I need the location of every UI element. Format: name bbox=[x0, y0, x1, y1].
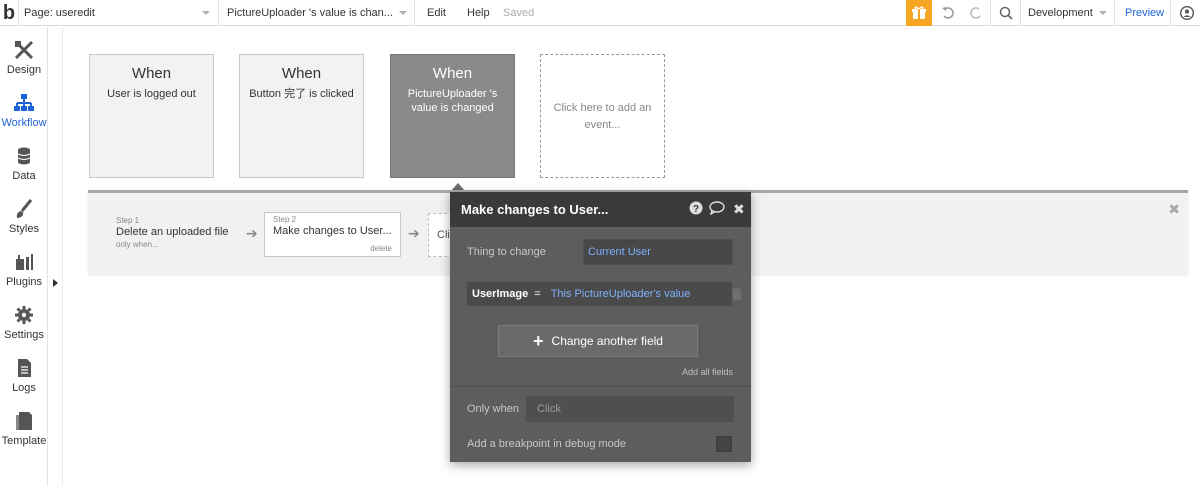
debug-breakpoint-checkbox[interactable] bbox=[716, 436, 732, 452]
sidebar-item-label: Template bbox=[1, 435, 47, 447]
sidebar-item-template[interactable]: Template bbox=[0, 402, 48, 455]
field-value[interactable]: This PictureUploader's value bbox=[551, 288, 691, 300]
plugins-expand-arrow-icon[interactable] bbox=[53, 279, 58, 287]
sidebar-item-workflow[interactable]: Workflow bbox=[0, 84, 48, 137]
event-card-selected[interactable]: When PictureUploader 's value is changed bbox=[390, 54, 515, 178]
sidebar-item-settings[interactable]: Settings bbox=[0, 296, 48, 349]
sidebar-item-label: Plugins bbox=[5, 276, 43, 288]
close-icon[interactable]: ✖ bbox=[1168, 201, 1180, 218]
event-when-label: When bbox=[432, 65, 473, 82]
add-event-card[interactable]: Click here to add an event... bbox=[540, 54, 665, 178]
trash-icon[interactable] bbox=[732, 288, 742, 300]
step-name: Delete an uploaded file bbox=[116, 226, 229, 238]
event-when-label: When bbox=[281, 65, 322, 82]
event-when-label: When bbox=[131, 65, 172, 82]
change-another-field-button[interactable]: + Change another field bbox=[498, 325, 698, 357]
only-when-label: Only when bbox=[467, 403, 519, 415]
step-name: Make changes to User... bbox=[273, 225, 392, 237]
preview-link[interactable]: Preview bbox=[1125, 0, 1164, 26]
sidebar-item-label: Settings bbox=[4, 329, 44, 341]
close-icon[interactable]: ✖ bbox=[733, 201, 745, 218]
step-number: Step 2 bbox=[273, 215, 297, 224]
add-all-fields-link[interactable]: Add all fields bbox=[682, 367, 733, 377]
arrow-right-icon: ➔ bbox=[408, 225, 420, 241]
chevron-down-icon bbox=[202, 11, 210, 15]
chevron-down-icon bbox=[1098, 11, 1107, 15]
field-equals: = bbox=[534, 288, 541, 300]
event-condition: User is logged out bbox=[107, 88, 196, 100]
event-selector[interactable]: PictureUploader 's value is chan... bbox=[227, 0, 410, 26]
sidebar-item-design[interactable]: Design bbox=[0, 31, 48, 84]
thing-to-change-field[interactable]: Current User bbox=[583, 239, 733, 265]
change-another-field-label: Change another field bbox=[551, 334, 663, 348]
event-selector-label: PictureUploader 's value is chan... bbox=[227, 7, 393, 19]
field-name: UserImage bbox=[472, 288, 529, 300]
plug-icon bbox=[16, 254, 33, 270]
dialog-header: Make changes to User... ? ✖ bbox=[450, 192, 751, 227]
workflow-step-2[interactable]: Step 2 Make changes to User... delete bbox=[264, 212, 401, 257]
undo-icon[interactable] bbox=[938, 0, 958, 26]
sidebar-item-label: Workflow bbox=[1, 117, 47, 129]
redo-icon[interactable] bbox=[966, 0, 986, 26]
menu-edit[interactable]: Edit bbox=[427, 0, 446, 26]
sidebar-item-plugins[interactable]: Plugins bbox=[0, 243, 48, 296]
help-icon[interactable]: ? bbox=[689, 201, 703, 218]
step-number: Step 1 bbox=[116, 216, 140, 225]
step-only-when: only when... bbox=[116, 240, 159, 249]
document-icon bbox=[18, 359, 31, 377]
design-icon bbox=[14, 40, 34, 60]
workflow-step-1[interactable]: Step 1 Delete an uploaded file only when… bbox=[116, 216, 229, 249]
workflow-icon bbox=[14, 94, 34, 111]
field-assignment-row[interactable]: UserImage = This PictureUploader's value bbox=[467, 282, 732, 306]
environment-selector[interactable]: Development bbox=[1028, 0, 1110, 26]
thing-to-change-label: Thing to change bbox=[467, 246, 546, 258]
chevron-down-icon bbox=[398, 11, 407, 15]
comment-icon[interactable] bbox=[709, 201, 725, 218]
saved-status: Saved bbox=[503, 7, 535, 19]
page-label: Page: useredit bbox=[24, 7, 95, 19]
search-icon[interactable] bbox=[996, 0, 1016, 26]
only-when-input[interactable]: Click bbox=[526, 396, 734, 422]
editor-sidebar: Design Workflow Data Styles Plugins Sett… bbox=[0, 27, 48, 486]
add-event-label: Click here to add an event... bbox=[553, 102, 652, 131]
database-icon bbox=[17, 147, 31, 165]
dialog-title: Make changes to User... bbox=[461, 202, 609, 217]
event-condition: Button 完了 is clicked bbox=[249, 88, 354, 100]
gift-icon[interactable] bbox=[906, 0, 932, 26]
sidebar-item-logs[interactable]: Logs bbox=[0, 349, 48, 402]
page-selector[interactable]: Page: useredit bbox=[24, 0, 214, 26]
bubble-logo[interactable]: b bbox=[0, 0, 18, 26]
event-card[interactable]: When Button 完了 is clicked bbox=[239, 54, 364, 178]
arrow-right-icon: ➔ bbox=[246, 225, 258, 241]
gear-icon bbox=[15, 306, 33, 324]
menu-help[interactable]: Help bbox=[467, 0, 490, 26]
sidebar-item-label: Styles bbox=[9, 223, 39, 235]
brush-icon bbox=[16, 199, 33, 218]
environment-label: Development bbox=[1028, 7, 1093, 19]
top-bar: b Page: useredit PictureUploader 's valu… bbox=[0, 0, 1200, 26]
template-icon bbox=[16, 412, 32, 430]
sidebar-item-data[interactable]: Data bbox=[0, 137, 48, 190]
sidebar-item-styles[interactable]: Styles bbox=[0, 190, 48, 243]
user-icon[interactable] bbox=[1178, 0, 1196, 26]
step-delete-link[interactable]: delete bbox=[370, 244, 392, 253]
property-editor-dialog: Make changes to User... ? ✖ Thing to cha… bbox=[450, 192, 751, 462]
plus-icon: + bbox=[533, 330, 544, 351]
bubble-editor: b Page: useredit PictureUploader 's valu… bbox=[0, 0, 1200, 486]
sidebar-item-label: Logs bbox=[12, 382, 36, 394]
sidebar-item-label: Data bbox=[12, 170, 36, 182]
event-card[interactable]: When User is logged out bbox=[89, 54, 214, 178]
sidebar-item-label: Design bbox=[6, 64, 42, 76]
svg-text:?: ? bbox=[693, 204, 699, 215]
debug-breakpoint-label: Add a breakpoint in debug mode bbox=[467, 438, 627, 450]
event-condition: PictureUploader 's value is changed bbox=[407, 88, 498, 114]
